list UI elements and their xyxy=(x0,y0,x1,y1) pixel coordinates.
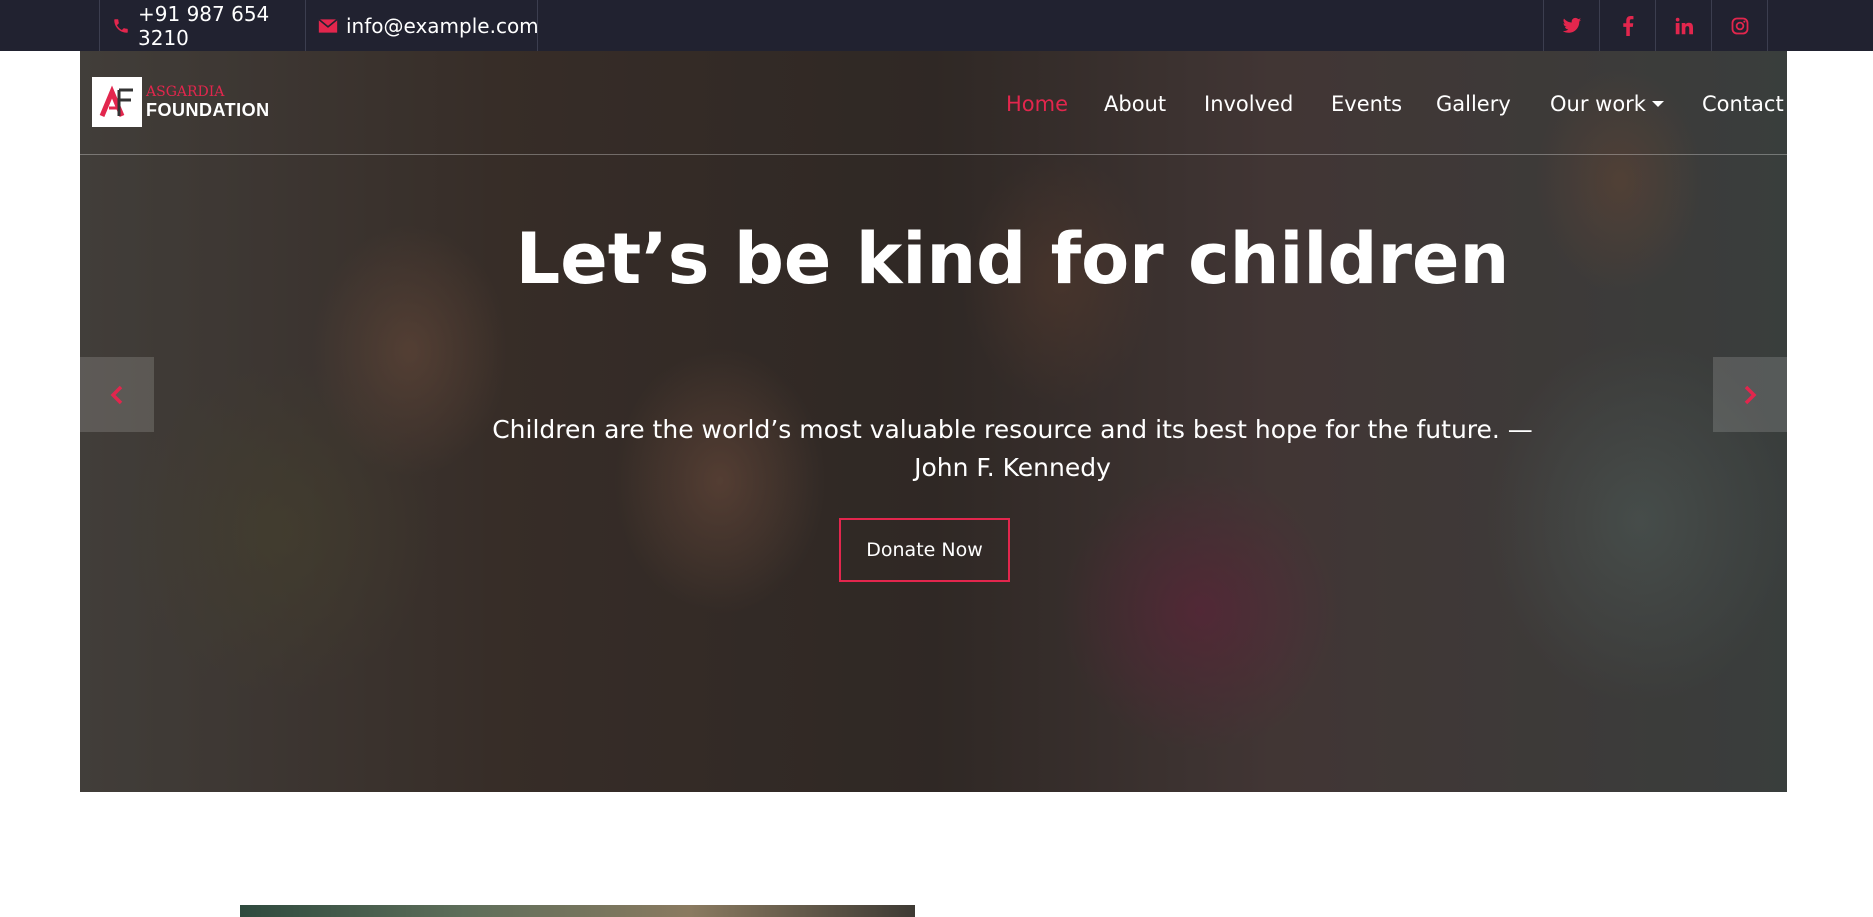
email-address: info@example.com xyxy=(346,13,539,38)
phone-icon xyxy=(114,18,128,33)
top-bar: +91 987 654 3210 info@example.com xyxy=(0,0,1873,51)
nav-item-contact[interactable]: Contact xyxy=(1702,91,1784,117)
phone-contact[interactable]: +91 987 654 3210 xyxy=(99,0,305,51)
chevron-left-icon xyxy=(110,385,123,404)
carousel-prev-button[interactable] xyxy=(80,357,154,432)
twitter-link[interactable] xyxy=(1543,0,1599,51)
nav-item-our-work-label: Our work xyxy=(1550,92,1646,116)
linkedin-link[interactable] xyxy=(1655,0,1711,51)
logo-top-text: ASGARDIA xyxy=(146,84,225,100)
donate-now-button[interactable]: Donate Now xyxy=(839,518,1010,582)
main-navbar: ASGARDIA FOUNDATION Home About Involved … xyxy=(80,51,1787,155)
nav-item-our-work[interactable]: Our work xyxy=(1550,91,1664,117)
logo-mark-icon xyxy=(92,77,142,127)
carousel-next-button[interactable] xyxy=(1713,357,1787,432)
hero-subtitle: Children are the world’s most valuable r… xyxy=(492,415,1533,482)
caret-down-icon xyxy=(1651,101,1664,107)
hero-carousel: ASGARDIA FOUNDATION Home About Involved … xyxy=(80,51,1787,792)
facebook-icon xyxy=(1622,15,1633,36)
nav-item-gallery[interactable]: Gallery xyxy=(1436,91,1511,117)
nav-item-involved[interactable]: Involved xyxy=(1204,91,1293,117)
envelope-icon xyxy=(318,18,338,33)
twitter-icon xyxy=(1562,17,1581,33)
instagram-link[interactable] xyxy=(1711,0,1768,51)
logo-bottom-text: FOUNDATION xyxy=(146,100,270,120)
phone-number: +91 987 654 3210 xyxy=(138,1,270,50)
nav-item-about[interactable]: About xyxy=(1104,91,1166,117)
nav-item-events[interactable]: Events xyxy=(1331,91,1402,117)
email-contact[interactable]: info@example.com xyxy=(305,0,539,51)
logo-text: ASGARDIA FOUNDATION xyxy=(146,84,270,120)
linkedin-icon xyxy=(1675,17,1693,34)
facebook-link[interactable] xyxy=(1599,0,1655,51)
nav-item-home[interactable]: Home xyxy=(1006,91,1068,117)
hero-title: Let’s be kind for children xyxy=(515,218,1510,300)
section-image-preview xyxy=(240,905,915,917)
instagram-icon xyxy=(1731,17,1748,34)
brand-logo[interactable]: ASGARDIA FOUNDATION xyxy=(92,77,270,127)
chevron-right-icon xyxy=(1744,385,1757,404)
